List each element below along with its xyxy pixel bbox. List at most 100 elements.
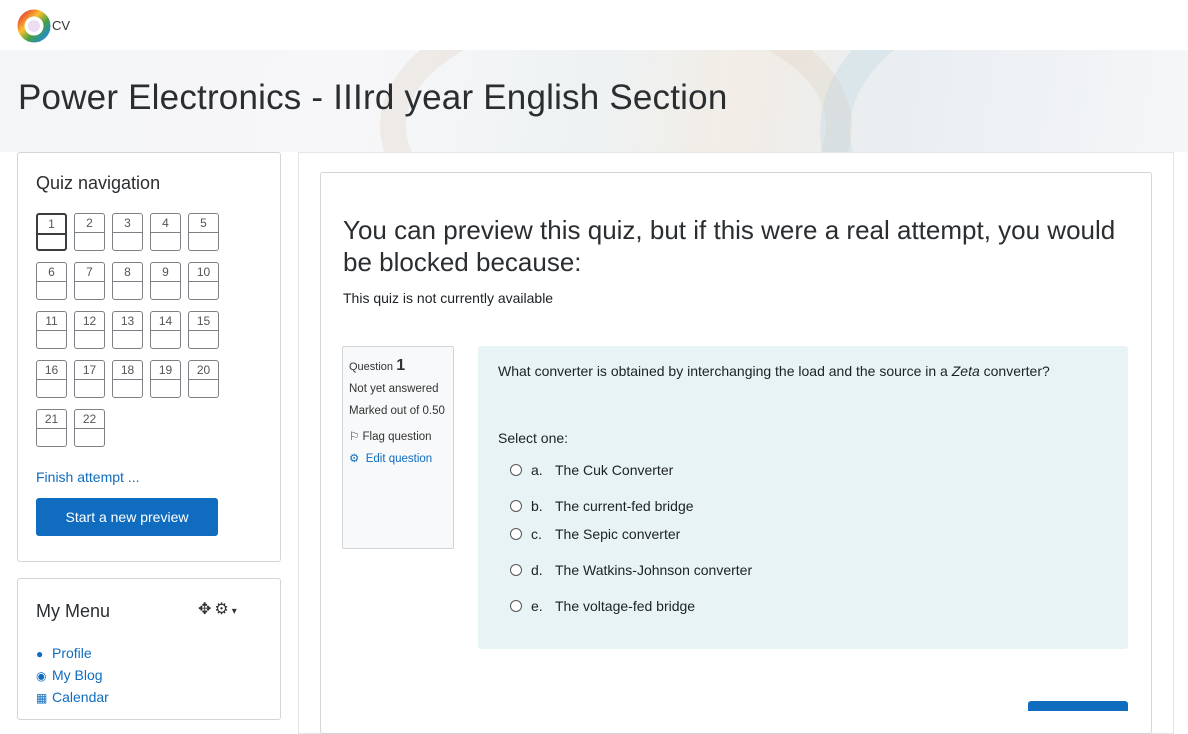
page-header: Power Electronics - IIIrd year English S… — [0, 50, 1188, 152]
option-letter: d. — [531, 562, 543, 578]
question-number: Question 1 — [349, 357, 406, 374]
quiz-nav-button[interactable]: 8 — [112, 262, 143, 300]
question-marks: Marked out of 0.50 — [349, 405, 445, 417]
menu-item-calendar[interactable]: ▦ Calendar — [36, 687, 109, 709]
quiz-nav-button[interactable]: 16 — [36, 360, 67, 398]
option-text: The Sepic converter — [555, 526, 681, 542]
quiz-nav-button[interactable]: 6 — [36, 262, 67, 300]
quiz-nav-number: 1 — [38, 215, 65, 235]
quiz-nav-number: 9 — [151, 263, 180, 282]
quiz-nav-number: 7 — [75, 263, 104, 282]
quiz-nav-button[interactable]: 22 — [74, 409, 105, 447]
site-logo-icon[interactable] — [16, 8, 52, 44]
move-icon[interactable]: ✥ — [198, 601, 214, 618]
option-letter: c. — [531, 526, 542, 542]
option-text: The voltage-fed bridge — [555, 598, 696, 614]
answer-option[interactable]: d. The Watkins-Johnson converter — [510, 562, 752, 578]
question-content: What converter is obtained by interchang… — [478, 346, 1128, 649]
my-menu-title: My Menu — [36, 601, 111, 621]
not-available-text: This quiz is not currently available — [343, 290, 554, 306]
option-letter: a. — [531, 462, 543, 478]
calendar-icon: ▦ — [36, 691, 48, 705]
radio-button[interactable] — [510, 600, 522, 612]
quiz-nav-button[interactable]: 21 — [36, 409, 67, 447]
quiz-nav-number: 11 — [37, 312, 66, 331]
quiz-nav-button[interactable]: 18 — [112, 360, 143, 398]
page-title: Power Electronics - IIIrd year English S… — [18, 78, 728, 117]
quiz-navigation-block: Quiz navigation 1 2 3 4 5 6 7 8 9 10 11 12 13 14 15 16 1… — [17, 152, 281, 562]
finish-attempt-link[interactable]: Finish attempt ... — [36, 469, 139, 485]
quiz-nav-number: 17 — [75, 361, 104, 380]
start-new-preview-button[interactable]: Start a new preview — [36, 498, 218, 536]
menu-item-label: My Blog — [52, 667, 103, 683]
quiz-nav-button[interactable]: 13 — [112, 311, 143, 349]
quiz-nav-button[interactable]: 3 — [112, 213, 143, 251]
quiz-nav-button[interactable]: 11 — [36, 311, 67, 349]
answer-option[interactable]: a. The Cuk Converter — [510, 462, 673, 478]
question-text: What converter is obtained by interchang… — [498, 363, 1050, 379]
quiz-nav-number: 10 — [189, 263, 218, 282]
quiz-nav-button[interactable]: 1 — [36, 213, 67, 251]
quiz-nav-number: 20 — [189, 361, 218, 380]
gear-icon: ⚙ — [349, 453, 360, 465]
quiz-nav-button[interactable]: 4 — [150, 213, 181, 251]
quiz-nav-number: 18 — [113, 361, 142, 380]
edit-question-link[interactable]: ⚙ Edit question — [349, 451, 447, 467]
block-controls: ✥⚙▾ — [198, 599, 240, 619]
globe-icon: ◉ — [36, 669, 47, 683]
gear-icon[interactable]: ⚙ — [214, 601, 231, 618]
chevron-down-icon[interactable]: ▾ — [232, 606, 240, 617]
quiz-nav-number: 3 — [113, 214, 142, 233]
quiz-nav-button[interactable]: 12 — [74, 311, 105, 349]
radio-button[interactable] — [510, 564, 522, 576]
quiz-nav-number: 12 — [75, 312, 104, 331]
quiz-nav-button[interactable]: 7 — [74, 262, 105, 300]
question-info: Question 1 Not yet answered Marked out o… — [342, 346, 454, 549]
quiz-nav-button[interactable]: 14 — [150, 311, 181, 349]
option-text: The Cuk Converter — [555, 462, 674, 478]
user-icon: ● — [36, 647, 44, 661]
quiz-nav-button[interactable]: 15 — [188, 311, 219, 349]
quiz-nav-button[interactable]: 9 — [150, 262, 181, 300]
my-menu-list: ● Profile ◉ My Blog ▦ Calendar — [36, 643, 109, 709]
quiz-nav-number: 19 — [151, 361, 180, 380]
option-text: The current-fed bridge — [555, 498, 694, 514]
quiz-nav-button[interactable]: 5 — [188, 213, 219, 251]
quiz-nav-button[interactable]: 17 — [74, 360, 105, 398]
quiz-nav-number: 16 — [37, 361, 66, 380]
next-page-button[interactable] — [1028, 701, 1128, 711]
flag-icon: ⚐ — [349, 431, 360, 443]
answer-option[interactable]: e. The voltage-fed bridge — [510, 598, 695, 614]
quiz-nav-number: 14 — [151, 312, 180, 331]
question-status: Not yet answered — [349, 383, 439, 395]
my-menu-block: My Menu ✥⚙▾ ● Profile ◉ My Blog ▦ Calendar — [17, 578, 281, 720]
answer-option[interactable]: b. The current-fed bridge — [510, 498, 694, 514]
quiz-navigation-title: Quiz navigation — [36, 173, 161, 193]
option-letter: b. — [531, 498, 543, 514]
quiz-nav-number: 22 — [75, 410, 104, 429]
quiz-nav-number: 4 — [151, 214, 180, 233]
quiz-nav-button[interactable]: 19 — [150, 360, 181, 398]
menu-item-my-blog[interactable]: ◉ My Blog — [36, 665, 109, 687]
site-logo-text: CV — [52, 18, 71, 33]
quiz-nav-button[interactable]: 2 — [74, 213, 105, 251]
quiz-nav-number: 5 — [189, 214, 218, 233]
quiz-nav-number: 13 — [113, 312, 142, 331]
quiz-nav-number: 2 — [75, 214, 104, 233]
quiz-nav-button[interactable]: 20 — [188, 360, 219, 398]
flag-question-link[interactable]: ⚐ Flag question — [349, 429, 447, 445]
menu-item-label: Calendar — [52, 689, 109, 705]
select-one-label: Select one: — [498, 430, 569, 446]
option-letter: e. — [531, 598, 543, 614]
quiz-nav-number: 6 — [37, 263, 66, 282]
radio-button[interactable] — [510, 464, 522, 476]
radio-button[interactable] — [510, 528, 522, 540]
blocked-message: You can preview this quiz, but if this w… — [343, 215, 1116, 277]
radio-button[interactable] — [510, 500, 522, 512]
quiz-nav-button[interactable]: 10 — [188, 262, 219, 300]
menu-item-label: Profile — [52, 645, 92, 661]
quiz-nav-number: 21 — [37, 410, 66, 429]
menu-item-profile[interactable]: ● Profile — [36, 643, 109, 665]
answer-option[interactable]: c. The Sepic converter — [510, 526, 680, 542]
top-navbar: CV — [0, 0, 1188, 50]
